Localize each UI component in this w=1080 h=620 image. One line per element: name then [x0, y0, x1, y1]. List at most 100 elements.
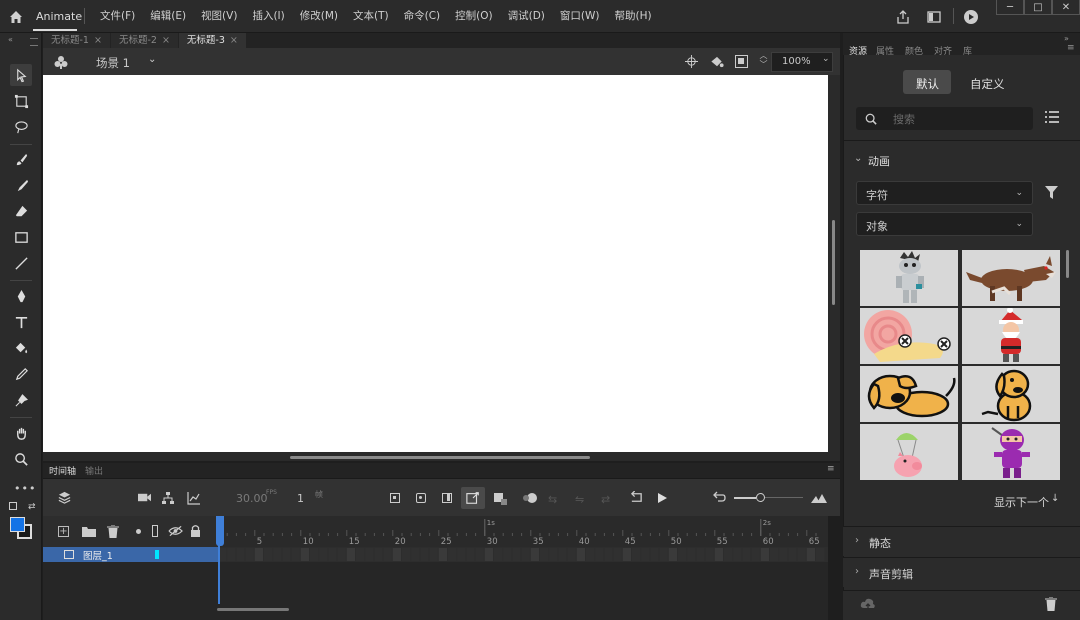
menu-file[interactable]: 文件(F) — [92, 9, 142, 23]
frame-cell[interactable] — [751, 548, 760, 561]
menu-window[interactable]: 窗口(W) — [552, 9, 607, 23]
frame-cell[interactable] — [687, 548, 696, 561]
frame-cell[interactable] — [392, 548, 401, 561]
asset-thumb-zombie[interactable] — [860, 250, 958, 306]
asset-thumb-wolf[interactable] — [962, 250, 1060, 306]
text-tool-icon[interactable] — [10, 311, 32, 333]
layer-color-marker[interactable] — [155, 550, 159, 559]
tab-output[interactable]: 输出 — [85, 464, 103, 477]
new-folder-icon[interactable] — [82, 526, 96, 537]
frame-cell[interactable] — [503, 548, 512, 561]
asset-thumb-santa[interactable] — [962, 308, 1060, 364]
frame-cell[interactable] — [328, 548, 337, 561]
frame-cell[interactable] — [420, 548, 429, 561]
frame-cell[interactable] — [254, 548, 263, 561]
frame-cell[interactable] — [291, 548, 300, 561]
frame-grid[interactable] — [218, 547, 828, 562]
frame-cell[interactable] — [310, 548, 319, 561]
menu-help[interactable]: 帮助(H) — [606, 9, 658, 23]
collapse-icon[interactable]: « — [8, 35, 13, 44]
free-transform-tool-icon[interactable] — [10, 90, 32, 112]
zoom-mountains-icon[interactable] — [811, 492, 827, 504]
cloud-upload-icon[interactable] — [860, 598, 876, 611]
frame-ruler[interactable]: 5 10 15 20 25 30 35 40 45 50 55 60 65 1s 2s — [217, 516, 828, 547]
fps-value[interactable]: 30.00 — [236, 492, 268, 505]
menu-insert[interactable]: 插入(I) — [244, 9, 291, 23]
selection-tool-icon[interactable] — [10, 64, 32, 86]
insert-blank-keyframe-icon[interactable] — [416, 493, 426, 503]
frame-cell[interactable] — [438, 548, 447, 561]
tab-library[interactable]: 库 — [963, 44, 972, 57]
frame-cell[interactable] — [742, 548, 751, 561]
frame-cell[interactable] — [383, 548, 392, 561]
insert-frame-icon[interactable] — [442, 493, 452, 503]
frame-cell[interactable] — [521, 548, 530, 561]
frame-cell[interactable] — [576, 548, 585, 561]
undo-zoom-icon[interactable] — [712, 491, 726, 505]
frame-cell[interactable] — [659, 548, 668, 561]
menu-debug[interactable]: 调试(D) — [500, 9, 552, 23]
frame-cell[interactable] — [227, 548, 236, 561]
frame-cell[interactable] — [770, 548, 779, 561]
segment-default[interactable]: 默认 — [916, 76, 939, 92]
close-tab-icon[interactable]: × — [162, 35, 170, 46]
section-sound-header[interactable]: › 声音剪辑 — [843, 557, 1080, 587]
menu-view[interactable]: 视图(V) — [193, 9, 244, 23]
delete-layer-icon[interactable] — [107, 524, 119, 539]
fill-color-swatch[interactable] — [10, 517, 25, 532]
zoom-field[interactable]: 100% ⌄ — [771, 52, 833, 72]
frame-cell[interactable] — [595, 548, 604, 561]
thumbnail-scrollbar[interactable] — [1066, 250, 1069, 278]
category-dropdown[interactable]: 字符 ⌄ — [856, 181, 1033, 205]
frame-cell[interactable] — [466, 548, 475, 561]
frame-cell[interactable] — [402, 548, 411, 561]
frame-cell[interactable] — [245, 548, 254, 561]
frame-cell[interactable] — [586, 548, 595, 561]
frame-cell[interactable] — [558, 548, 567, 561]
frame-cell[interactable] — [494, 548, 503, 561]
frame-cell[interactable] — [236, 548, 245, 561]
workspace-icon[interactable] — [926, 9, 942, 25]
tab-align[interactable]: 对齐 — [934, 44, 952, 57]
asset-thumb-dog-lying[interactable] — [860, 366, 958, 422]
insert-classic-tween-icon[interactable] — [494, 493, 508, 505]
hide-layer-icon[interactable] — [168, 525, 183, 537]
doc-tab-1[interactable]: 无标题-1 × — [43, 33, 110, 48]
frame-cell[interactable] — [300, 548, 309, 561]
onion-skin-icon[interactable] — [522, 492, 538, 504]
chevron-down-icon[interactable]: ⌄ — [854, 153, 862, 164]
search-input[interactable]: 搜索 — [856, 107, 1033, 130]
camera-icon[interactable] — [137, 491, 152, 504]
trash-icon[interactable] — [1045, 596, 1057, 612]
fit-stage-icon[interactable] — [735, 55, 748, 68]
graph-icon[interactable] — [187, 491, 201, 505]
asset-thumb-ninja[interactable] — [962, 424, 1060, 480]
horizontal-scrollbar[interactable] — [290, 456, 590, 459]
eyedropper-tool-icon[interactable] — [10, 363, 32, 385]
menu-text[interactable]: 文本(T) — [345, 9, 396, 23]
frame-cell[interactable] — [319, 548, 328, 561]
paint-brush-tool-icon[interactable] — [10, 174, 32, 196]
menu-modify[interactable]: 修改(M) — [292, 9, 345, 23]
frame-cell[interactable] — [696, 548, 705, 561]
frame-cell[interactable] — [760, 548, 769, 561]
frame-cell[interactable] — [632, 548, 641, 561]
frame-cell[interactable] — [429, 548, 438, 561]
frame-cell[interactable] — [816, 548, 825, 561]
asset-thumb-pig-parachute[interactable] — [860, 424, 958, 480]
frame-cell[interactable] — [604, 548, 613, 561]
frame-cell[interactable] — [613, 548, 622, 561]
frame-cell[interactable] — [806, 548, 815, 561]
close-tab-icon[interactable]: × — [94, 35, 102, 46]
outline-mode-icon[interactable] — [152, 525, 158, 537]
frame-cell[interactable] — [779, 548, 788, 561]
frame-cell[interactable] — [705, 548, 714, 561]
zoom-stepper[interactable]: ︿ ﹀ — [758, 51, 769, 71]
auto-keyframe-button[interactable] — [461, 487, 485, 509]
frame-cell[interactable] — [549, 548, 558, 561]
stage-canvas[interactable] — [43, 75, 828, 452]
clip-content-icon[interactable] — [709, 54, 725, 69]
hand-tool-icon[interactable] — [10, 422, 32, 444]
frame-cell[interactable] — [788, 548, 797, 561]
pin-tool-icon[interactable] — [10, 389, 32, 411]
